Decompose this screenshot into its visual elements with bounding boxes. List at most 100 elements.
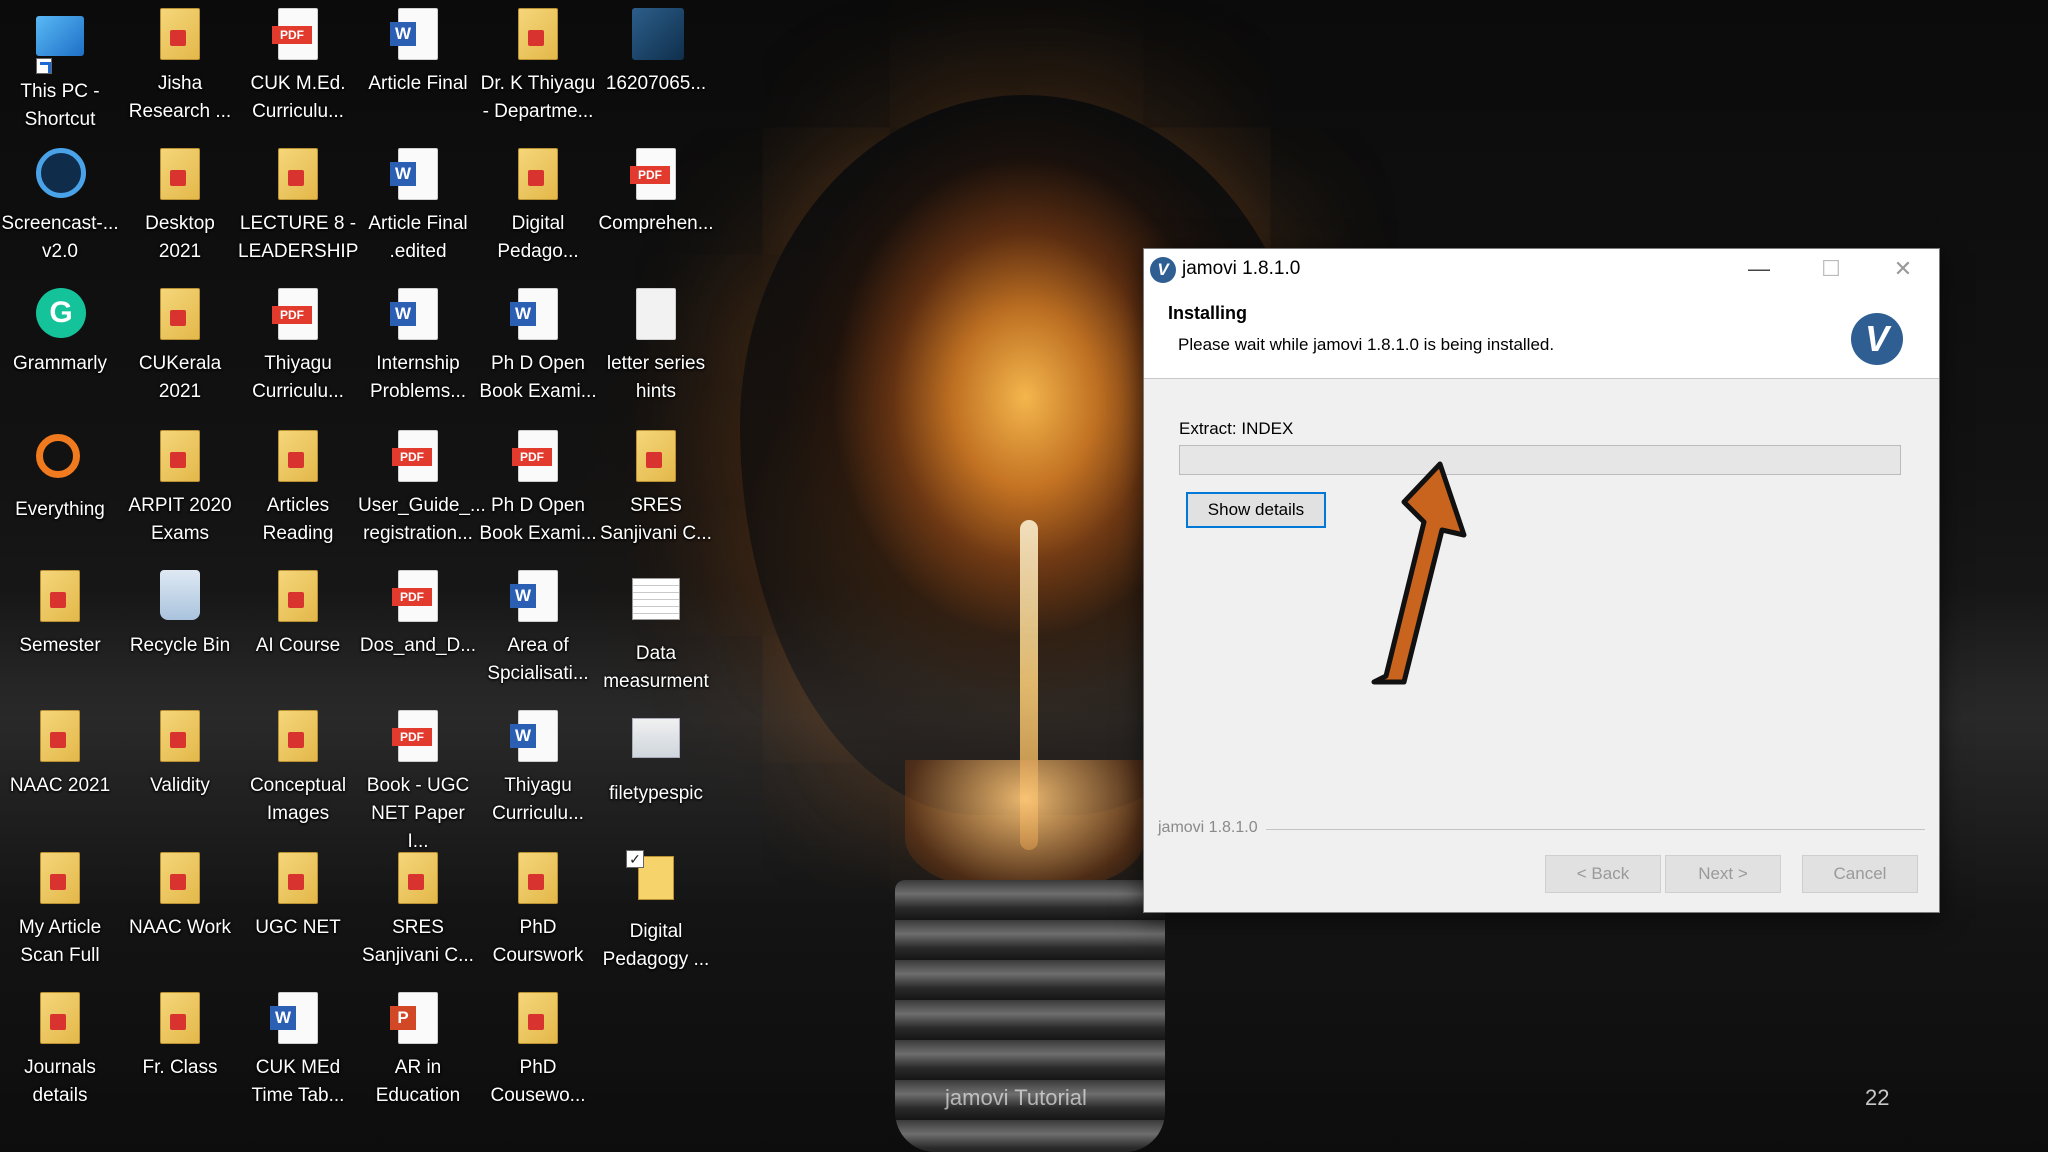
show-details-button[interactable]: Show details <box>1186 492 1326 528</box>
desktop-icon[interactable]: ARPIT 2020 Exams <box>120 430 240 548</box>
desktop-icon[interactable]: Semester <box>0 570 120 660</box>
desktop-icon-label: Comprehen... <box>598 213 714 234</box>
minimize-button[interactable]: — <box>1723 249 1795 289</box>
desktop-icon-label: 16207065... <box>605 73 707 94</box>
close-button[interactable]: ✕ <box>1867 249 1939 289</box>
desktop-icon-label: filetypespic <box>609 783 703 804</box>
folder-icon <box>36 992 84 1048</box>
slide-page-number: 22 <box>1865 1085 1890 1110</box>
window-titlebar[interactable]: V jamovi 1.8.1.0 — ☐ ✕ <box>1144 249 1939 289</box>
desktop-icon[interactable]: P AR in Education <box>358 992 478 1110</box>
screencast-icon <box>36 148 86 204</box>
desktop-icon-label: Article Final .edited <box>368 213 468 262</box>
desktop-icon[interactable]: PDF User_Guide_... registration... <box>358 430 486 548</box>
desktop-icon[interactable]: W Area of Spcialisati... <box>478 570 598 688</box>
desktop-icon[interactable]: UGC NET <box>238 852 358 942</box>
desktop-icon-label: ARPIT 2020 Exams <box>128 495 232 544</box>
folder-icon <box>274 852 322 908</box>
folder-icon <box>36 570 84 626</box>
desktop-icon-label: PhD Courswork <box>492 917 584 966</box>
pdf-icon: PDF <box>272 288 322 344</box>
desktop-icon-label: Semester <box>19 635 101 656</box>
word-icon: W <box>390 148 442 204</box>
footer-divider <box>1158 829 1925 830</box>
footer-brand-label: jamovi 1.8.1.0 <box>1158 819 1266 837</box>
desktop-icon[interactable]: Everything <box>0 430 120 524</box>
desktop-icon[interactable]: LECTURE 8 - LEADERSHIP <box>238 148 358 266</box>
desktop-icon-label: Digital Pedagogy ... <box>602 921 710 970</box>
desktop-icon[interactable]: Journals details <box>0 992 120 1110</box>
desktop-icon-label: Article Final <box>368 73 468 94</box>
desktop-icon[interactable]: PhD Cousewo... <box>478 992 598 1110</box>
installer-window: V jamovi 1.8.1.0 — ☐ ✕ Installing Please… <box>1143 248 1940 913</box>
lightbulb-neck <box>905 760 1145 890</box>
desktop-icon[interactable]: PDF Thiyagu Curriculu... <box>238 288 358 406</box>
desktop-icon[interactable]: W CUK MEd Time Tab... <box>238 992 358 1110</box>
recycle-bin-icon <box>156 570 204 626</box>
desktop-icon-label: SRES Sanjivani C... <box>600 495 712 544</box>
desktop-icon[interactable]: Data measurment <box>596 570 716 696</box>
pdf-icon: PDF <box>272 8 322 64</box>
next-button[interactable]: Next > <box>1665 855 1781 893</box>
desktop-icon[interactable]: 16207065... <box>596 8 716 98</box>
desktop-icon[interactable]: PDF Comprehen... <box>596 148 716 238</box>
desktop-icon[interactable]: Dr. K Thiyagu - Departme... <box>478 8 598 126</box>
desktop-icon[interactable]: Jisha Research ... <box>120 8 240 126</box>
desktop-icon[interactable]: G Grammarly <box>0 288 120 378</box>
desktop-icon[interactable]: W Ph D Open Book Exami... <box>478 288 598 406</box>
grammarly-icon: G <box>36 288 86 344</box>
image-icon <box>632 718 680 774</box>
desktop-icon[interactable]: Desktop 2021 <box>120 148 240 266</box>
desktop-icon-label: Dr. K Thiyagu - Departme... <box>480 73 596 122</box>
desktop-icon-label: Validity <box>150 775 210 796</box>
desktop-icon[interactable]: Fr. Class <box>120 992 240 1082</box>
word-icon: W <box>510 710 562 766</box>
pdf-icon: PDF <box>392 570 442 626</box>
desktop-icon[interactable]: NAAC 2021 <box>0 710 120 800</box>
desktop-icon[interactable]: SRES Sanjivani C... <box>596 430 716 548</box>
desktop-icon[interactable]: PDF Book - UGC NET Paper I... <box>358 710 478 856</box>
desktop-icon-label: Thiyagu Curriculu... <box>492 775 584 824</box>
back-button[interactable]: < Back <box>1545 855 1661 893</box>
desktop-icon[interactable]: Validity <box>120 710 240 800</box>
desktop-icon[interactable]: W Article Final .edited <box>358 148 478 266</box>
desktop-icon-label: NAAC Work <box>128 917 232 938</box>
desktop-icon[interactable]: NAAC Work <box>120 852 240 942</box>
desktop-icon[interactable]: Recycle Bin <box>120 570 240 660</box>
desktop-icon[interactable]: PDF Ph D Open Book Exami... <box>478 430 598 548</box>
desktop-icon-label: Conceptual Images <box>249 775 347 824</box>
desktop-icon[interactable]: CUKerala 2021 <box>120 288 240 406</box>
desktop-icon-label: Jisha Research ... <box>128 73 232 122</box>
desktop-icon[interactable]: Screencast-... v2.0 <box>0 148 120 266</box>
desktop-icon[interactable]: SRES Sanjivani C... <box>358 852 478 970</box>
desktop-icon[interactable]: W Article Final <box>358 8 478 98</box>
desktop-icon-label: LECTURE 8 - LEADERSHIP <box>238 213 359 262</box>
desktop-icon[interactable]: W Internship Problems... <box>358 288 478 406</box>
desktop-icon-label: UGC NET <box>255 917 341 938</box>
folder-icon <box>156 852 204 908</box>
desktop-icon[interactable]: Digital Pedago... <box>478 148 598 266</box>
tutorial-watermark: jamovi Tutorial <box>945 1085 1087 1110</box>
desktop-icon[interactable]: This PC - Shortcut <box>0 8 120 134</box>
folder-icon <box>156 288 204 344</box>
desktop-icon[interactable]: My Article Scan Full <box>0 852 120 970</box>
desktop-icon[interactable]: AI Course <box>238 570 358 660</box>
maximize-button[interactable]: ☐ <box>1795 249 1867 289</box>
pdf-icon: PDF <box>512 430 562 486</box>
desktop-icon-label: Fr. Class <box>142 1057 218 1078</box>
word-icon: W <box>270 992 322 1048</box>
folder-icon <box>632 430 680 486</box>
desktop-icon[interactable]: ✓ Digital Pedagogy ... <box>596 850 716 974</box>
desktop-icon[interactable]: PDF CUK M.Ed. Curriculu... <box>238 8 358 126</box>
desktop-icon-label: This PC - Shortcut <box>20 81 100 130</box>
desktop-icon[interactable]: letter series hints <box>596 288 716 406</box>
desktop-icon[interactable]: Articles Reading <box>238 430 358 548</box>
desktop-icon[interactable]: filetypespic <box>596 710 716 808</box>
desktop-icon[interactable]: Conceptual Images <box>238 710 358 828</box>
desktop-icon[interactable]: PDF Dos_and_D... <box>358 570 478 660</box>
desktop-icon-label: SRES Sanjivani C... <box>362 917 474 966</box>
annotation-arrow-shape <box>1371 461 1467 685</box>
desktop-icon[interactable]: PhD Courswork <box>478 852 598 970</box>
desktop-icon[interactable]: W Thiyagu Curriculu... <box>478 710 598 828</box>
cancel-button[interactable]: Cancel <box>1802 855 1918 893</box>
